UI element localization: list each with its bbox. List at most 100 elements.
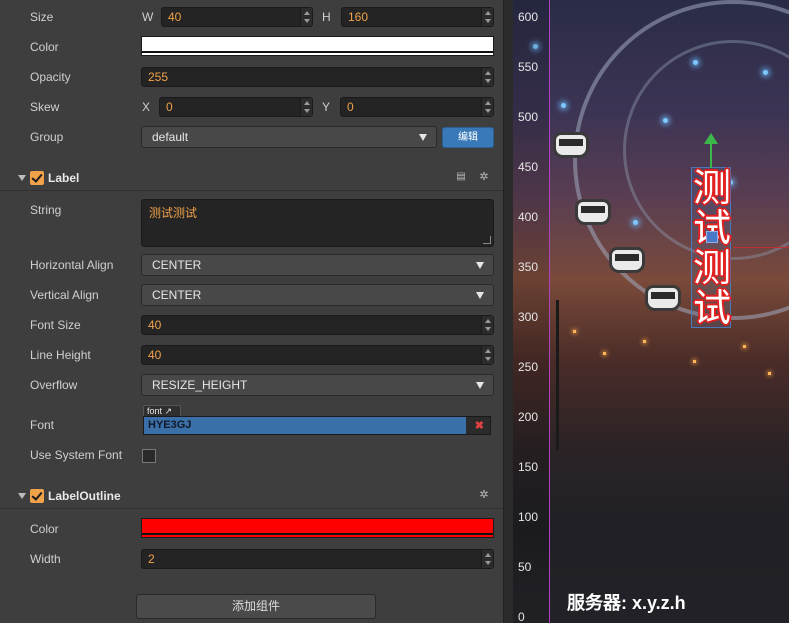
outline-component-header[interactable]: LabelOutline ✲ [0,484,503,509]
ruler-tick: 250 [518,360,539,374]
ferris-cabin [575,199,611,225]
outline-width-label: Width [30,552,61,566]
skew-row: Skew X 0 Y 0 [0,94,503,122]
outline-width-input[interactable]: 2 [141,549,494,569]
label-preview-text: 测试测试 [692,166,731,330]
move-gizmo-y-axis[interactable] [710,142,712,168]
skew-y-stepper[interactable] [481,98,493,116]
city-light [643,340,646,343]
collapse-arrow-icon[interactable] [18,493,26,499]
ruler-tick: 600 [518,10,539,24]
halign-select[interactable]: CENTER [141,254,494,276]
skew-x-input[interactable]: 0 [159,97,313,117]
opacity-row: Opacity 255 [0,64,503,92]
string-textarea[interactable]: 测试测试 [141,199,494,247]
scene-view[interactable]: 600 550 500 450 400 350 300 250 200 150 … [513,0,789,623]
city-light [768,372,771,375]
string-value: 测试测试 [149,206,198,220]
halign-value: CENTER [152,258,202,272]
inspector-panel: Size W 40 H 160 Color Opacity 255 Skew X… [0,0,503,623]
opacity-label: Opacity [30,70,71,84]
street-lamp [556,300,559,450]
outline-width-stepper[interactable] [481,550,493,568]
ruler-tick: 100 [518,510,539,524]
font-tag-text: font [147,406,163,416]
swatch-alpha-bar [142,51,493,53]
city-light [693,360,696,363]
halign-label: Horizontal Align [30,258,114,272]
ruler-tick: 400 [518,210,539,224]
valign-value: CENTER [152,288,202,302]
group-select[interactable]: default [141,126,437,148]
font-asset-field[interactable]: HYE3GJ ✖ [143,416,491,435]
use-system-font-checkbox[interactable] [142,449,156,463]
color-swatch[interactable] [141,36,494,56]
chevron-down-icon [476,262,484,269]
font-size-stepper[interactable] [481,316,493,334]
outline-enabled-checkbox[interactable] [30,489,44,503]
panel-splitter[interactable] [503,0,513,623]
overflow-value: RESIZE_HEIGHT [152,378,248,392]
height-input[interactable]: 160 [341,7,494,27]
edit-group-button[interactable]: 编辑 [442,127,494,148]
city-light [603,352,606,355]
opacity-stepper[interactable] [481,68,493,86]
skew-x-label: X [142,100,151,114]
width-value: 40 [168,10,182,24]
use-system-font-label: Use System Font [30,448,123,462]
label-enabled-checkbox[interactable] [30,171,44,185]
wheel-light [561,103,566,108]
ruler-tick: 200 [518,410,539,424]
overflow-select[interactable]: RESIZE_HEIGHT [141,374,494,396]
wheel-light [693,60,698,65]
line-height-stepper[interactable] [481,346,493,364]
ruler-tick: 150 [518,460,539,474]
outline-width-value: 2 [148,552,155,566]
add-component-button[interactable]: 添加组件 [136,594,376,619]
label-component-header[interactable]: Label ▤ ✲ [0,166,503,191]
resize-handle-icon[interactable] [483,236,491,244]
external-link-icon: ↗ [164,406,173,416]
move-gizmo-center[interactable] [706,231,718,243]
outline-width-row: Width 2 [0,546,503,574]
gear-icon[interactable]: ✲ [478,489,490,501]
halign-row: Horizontal Align CENTER [0,252,503,280]
line-height-input[interactable]: 40 [141,345,494,365]
swatch-alpha-bar [142,533,493,535]
overflow-label: Overflow [30,378,78,392]
ruler-tick: 500 [518,110,539,124]
size-row: Size W 40 H 160 [0,4,503,32]
wheel-light [633,220,638,225]
height-stepper[interactable] [481,8,493,26]
skew-y-input[interactable]: 0 [340,97,494,117]
selected-label-node[interactable]: 测试测试 [691,167,731,328]
opacity-input[interactable]: 255 [141,67,494,87]
width-stepper[interactable] [300,8,312,26]
help-doc-icon[interactable]: ▤ [455,171,467,183]
label-component-title: Label [48,171,80,185]
ferris-cabin [645,285,681,311]
size-label: Size [30,10,54,24]
ruler-tick: 450 [518,160,539,174]
font-size-input[interactable]: 40 [141,315,494,335]
ruler-tick: 350 [518,260,539,274]
color-row: Color [0,34,503,62]
skew-x-value: 0 [166,100,173,114]
gear-icon[interactable]: ✲ [478,171,490,183]
wheel-light [663,118,668,123]
font-asset-tag[interactable]: font ↗ [143,405,181,416]
city-light [573,330,576,333]
width-input[interactable]: 40 [161,7,313,27]
outline-color-swatch[interactable] [141,518,494,538]
height-value: 160 [348,10,369,24]
valign-select[interactable]: CENTER [141,284,494,306]
clear-font-icon[interactable]: ✖ [475,419,484,432]
server-address-text: 服务器: x.y.z.h [567,593,686,613]
arrow-up-icon[interactable] [704,133,718,144]
skew-x-stepper[interactable] [300,98,312,116]
chevron-down-icon [476,292,484,299]
chevron-down-icon [419,134,427,141]
collapse-arrow-icon[interactable] [18,175,26,181]
font-asset-name: HYE3GJ [144,417,466,434]
valign-row: Vertical Align CENTER [0,282,503,310]
